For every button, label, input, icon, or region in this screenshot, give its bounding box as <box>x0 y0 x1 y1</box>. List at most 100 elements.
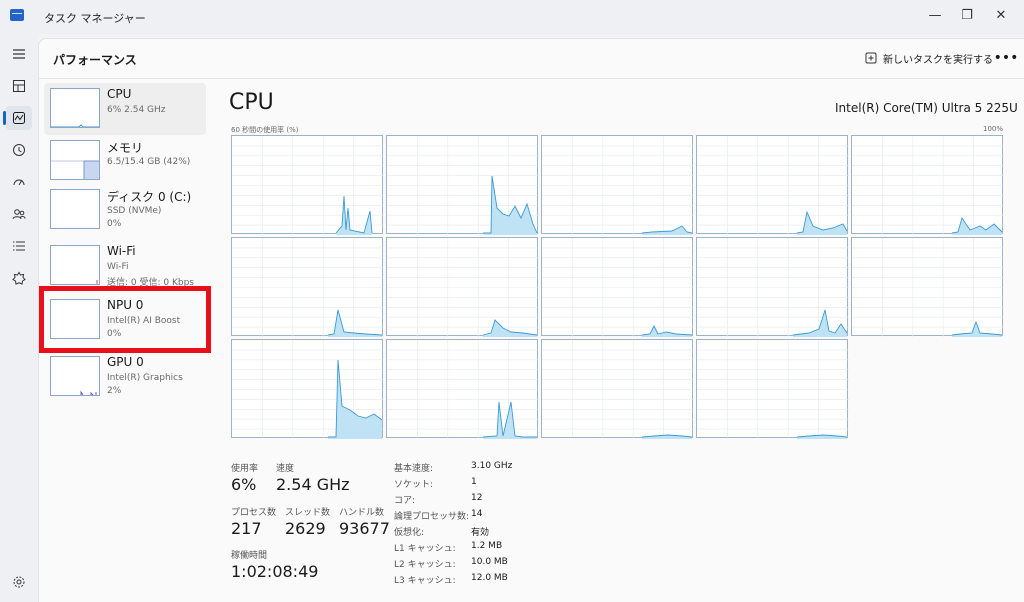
usage-area <box>642 326 692 337</box>
sidebar-item-detail: 6.5/15.4 GB (42%) <box>107 157 191 167</box>
sidebar-item-cpu[interactable]: CPU 6% 2.54 GHz <box>44 83 206 135</box>
spec-value: 12.0 MB <box>471 573 508 583</box>
spec-value: 有効 <box>471 528 490 538</box>
spec-key: L1 キャッシュ: <box>394 544 456 554</box>
nav-users[interactable] <box>6 202 32 226</box>
cpu-core-graph <box>851 135 1004 235</box>
threads-value: 2629 <box>285 519 326 538</box>
nav-performance[interactable] <box>3 106 32 130</box>
speed-value: 2.54 GHz <box>276 475 350 494</box>
processes-icon <box>13 80 25 92</box>
cpu-core-graph <box>851 237 1004 337</box>
spec-value: 1 <box>471 477 477 487</box>
performance-icon <box>13 112 25 124</box>
spec-key: 論理プロセッサ数: <box>394 512 470 522</box>
sidebar-item-disk[interactable]: ディスク 0 (C:) SSD (NVMe) 0% <box>44 184 206 236</box>
chart-axis-label: 60 秒間の使用率 (%) <box>231 126 299 134</box>
sidebar-item-detail: Intel(R) Graphics <box>107 373 183 383</box>
spec-value: 1.2 MB <box>471 541 503 551</box>
cpu-core-graph <box>386 237 539 337</box>
cpu-core-graph <box>231 339 384 439</box>
sidebar-item-gpu[interactable]: GPU 0 Intel(R) Graphics 2% <box>44 351 206 403</box>
spec-key: L2 キャッシュ: <box>394 560 456 570</box>
memory-thumbnail-graph <box>50 140 100 180</box>
sidebar-item-detail: 6% 2.54 GHz <box>107 105 166 115</box>
nav-app-history[interactable] <box>6 138 32 162</box>
settings-icon <box>13 576 25 588</box>
spec-value: 10.0 MB <box>471 557 508 567</box>
cpu-core-graph <box>541 237 694 337</box>
spec-key: 仮想化: <box>394 528 425 538</box>
sidebar-item-wifi[interactable]: Wi-Fi Wi-Fi 送信: 0 受信: 0 Kbps <box>44 240 206 292</box>
sidebar-item-name: CPU <box>107 87 132 101</box>
cpu-core-graph <box>386 135 539 235</box>
spec-key: ソケット: <box>394 480 434 490</box>
usage-area <box>797 435 847 439</box>
cpu-core-graph <box>696 339 849 439</box>
usage-area <box>642 226 692 235</box>
wifi-thumbnail-graph <box>50 245 100 285</box>
restore-button[interactable]: ❐ <box>952 4 982 26</box>
usage-area <box>642 435 692 439</box>
users-icon <box>12 209 26 220</box>
spec-value: 12 <box>471 493 483 503</box>
sidebar-item-name: Wi-Fi <box>107 244 136 258</box>
sidebar-item-detail: Wi-Fi <box>107 262 129 272</box>
new-task-icon <box>865 52 877 64</box>
nav-settings[interactable] <box>6 570 32 594</box>
nav-services[interactable] <box>6 266 32 290</box>
usage-area <box>483 320 537 337</box>
nav-processes[interactable] <box>6 74 32 98</box>
minimize-button[interactable]: — <box>920 4 950 26</box>
more-options-button[interactable]: ••• <box>994 47 1019 69</box>
services-icon <box>12 271 26 285</box>
usage-area <box>336 196 372 235</box>
spec-key: コア: <box>394 496 416 506</box>
spec-key: L3 キャッシュ: <box>394 576 456 586</box>
details-icon <box>13 241 25 251</box>
utilization-label: 使用率 <box>231 464 259 474</box>
npu-highlight-box <box>39 286 211 353</box>
nav-startup-apps[interactable] <box>6 170 32 194</box>
spec-value: 3.10 GHz <box>471 461 513 471</box>
run-new-task-button[interactable]: 新しいタスクを実行する <box>865 47 993 69</box>
handles-label: ハンドル数 <box>339 508 385 518</box>
sidebar-item-name: GPU 0 <box>107 355 144 369</box>
navigation-rail <box>0 34 38 602</box>
handles-value: 93677 <box>339 519 390 538</box>
cpu-core-graph <box>541 135 694 235</box>
processes-label: プロセス数 <box>231 508 277 518</box>
gpu-thumbnail-graph <box>50 356 100 396</box>
window-title: タスク マネージャー <box>44 12 146 25</box>
cpu-core-graph <box>696 237 849 337</box>
task-manager-app-icon <box>10 9 24 21</box>
sidebar-item-detail: 2% <box>107 386 122 396</box>
speed-label: 速度 <box>276 464 295 474</box>
spec-key: 基本速度: <box>394 464 434 474</box>
nav-details[interactable] <box>6 234 32 258</box>
cpu-core-graph <box>541 339 694 439</box>
cpu-model-name: Intel(R) Core(TM) Ultra 5 225U <box>835 101 1018 115</box>
menu-toggle-button[interactable] <box>6 42 32 66</box>
main-panel: パフォーマンス 新しいタスクを実行する ••• CPU 6% 2.54 GHz … <box>38 38 1024 602</box>
run-new-task-label: 新しいタスクを実行する <box>883 54 993 66</box>
uptime-value: 1:02:08:49 <box>231 562 319 581</box>
chart-max-label: 100% <box>983 125 1004 133</box>
cpu-thumbnail-graph <box>50 88 100 128</box>
sidebar-item-memory[interactable]: メモリ 6.5/15.4 GB (42%) <box>44 135 206 187</box>
usage-area <box>793 310 847 337</box>
hamburger-icon <box>13 49 25 59</box>
startup-icon <box>13 179 25 186</box>
cpu-core-graph <box>231 237 384 337</box>
utilization-value: 6% <box>231 475 257 494</box>
cpu-core-graph <box>231 135 384 235</box>
page-title: パフォーマンス <box>53 53 137 67</box>
sidebar-item-name: ディスク 0 (C:) <box>107 190 192 204</box>
disk-thumbnail-graph <box>50 189 100 229</box>
sidebar-item-name: メモリ <box>107 141 144 155</box>
cpu-title: CPU <box>229 90 274 115</box>
close-button[interactable]: ✕ <box>986 4 1016 26</box>
cpu-core-graph <box>386 339 539 439</box>
processes-value: 217 <box>231 519 262 538</box>
sidebar-item-detail: SSD (NVMe) <box>107 206 162 216</box>
